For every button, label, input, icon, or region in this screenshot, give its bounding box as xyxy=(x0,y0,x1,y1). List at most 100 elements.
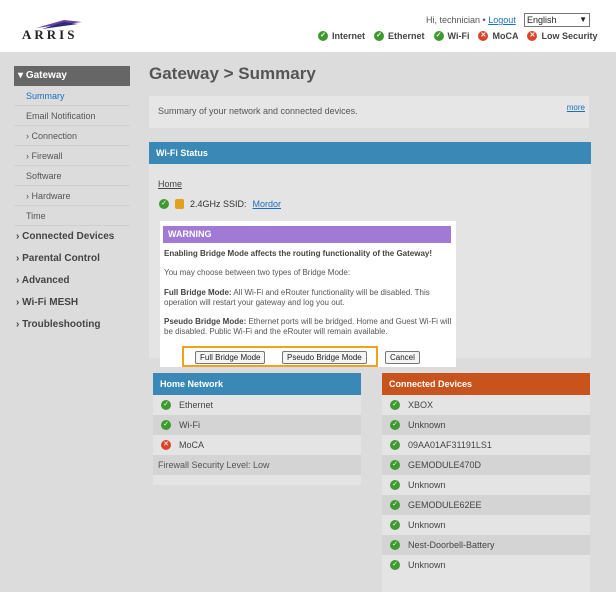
device-name: Nest-Doorbell-Battery xyxy=(408,540,495,550)
sidebar-item-gateway[interactable]: ▾ Gateway xyxy=(14,66,130,86)
check-icon: ✓ xyxy=(390,480,400,490)
user-greeting: Hi, technician • Logout xyxy=(426,15,516,25)
list-item: ✓ Wi-Fi xyxy=(153,415,361,435)
connected-devices-panel: Connected Devices ✓ XBOX ✓ Unknown ✓ 09AA01… xyxy=(382,373,590,592)
device-name: GEMODULE470D xyxy=(408,460,482,470)
check-icon: ✓ xyxy=(374,31,385,41)
pseudo-bridge-label: Pseudo Bridge Mode: xyxy=(164,317,247,326)
device-name: Unknown xyxy=(408,560,446,570)
sidebar-item-advanced[interactable]: › Advanced xyxy=(14,270,130,292)
list-item: ✓ Nest-Doorbell-Battery xyxy=(382,535,590,555)
list-item: ✓ 09AA01AF31191LS1 xyxy=(382,435,590,455)
connected-devices-heading: Connected Devices xyxy=(382,373,590,395)
language-select[interactable]: English ▼ xyxy=(524,13,590,27)
sidebar-item-wifi-mesh[interactable]: › Wi-Fi MESH xyxy=(14,292,130,314)
list-item: ✕ MoCA xyxy=(153,435,361,455)
sidebar-item-label: Time xyxy=(26,211,46,221)
device-name: XBOX xyxy=(408,400,434,410)
security-value: Low xyxy=(253,460,270,470)
wifi-status-heading: Wi-Fi Status xyxy=(149,142,591,164)
sidebar-item-label: Troubleshooting xyxy=(22,319,101,330)
check-icon: ✓ xyxy=(318,31,328,41)
sidebar-item-software[interactable]: Software xyxy=(14,166,130,186)
bridge-mode-warning-dialog: WARNING Enabling Bridge Mode affects the… xyxy=(160,221,456,367)
sidebar-item-troubleshooting[interactable]: › Troubleshooting xyxy=(14,314,130,336)
list-item: ✓ Unknown xyxy=(382,555,590,575)
check-icon: ✓ xyxy=(161,400,171,410)
arris-logo: ARRIS xyxy=(22,18,82,42)
sidebar-item-connection[interactable]: › Connection xyxy=(14,126,130,146)
pseudo-bridge-description: Pseudo Bridge Mode: Ethernet ports will … xyxy=(164,317,452,337)
home-network-heading: Home Network xyxy=(153,373,361,395)
check-icon: ✓ xyxy=(159,199,169,209)
sidebar: ▾ Gateway Summary Email Notification › C… xyxy=(14,66,130,336)
list-item: ✓ Unknown xyxy=(382,515,590,535)
status-ethernet: ✓ Ethernet xyxy=(374,31,425,41)
greeting-text: Hi, technician xyxy=(426,15,481,25)
list-item: ✓ Unknown xyxy=(382,415,590,435)
status-label: Internet xyxy=(332,31,366,41)
logo-text: ARRIS xyxy=(22,27,78,42)
sidebar-item-firewall[interactable]: › Firewall xyxy=(14,146,130,166)
sidebar-item-time[interactable]: Time xyxy=(14,206,130,226)
error-icon: ✕ xyxy=(478,31,489,41)
status-label: Low Security xyxy=(541,31,598,41)
band-label: 2.4GHz SSID: xyxy=(190,199,247,209)
full-bridge-label: Full Bridge Mode: xyxy=(164,288,232,297)
list-item: ✓ XBOX xyxy=(382,395,590,415)
wifi-ssid-row: ✓ 2.4GHz SSID: Mordor xyxy=(159,199,281,209)
chevron-right-icon: › xyxy=(26,151,29,161)
warning-title-bar: WARNING xyxy=(163,226,451,243)
list-item: ✓ GEMODULE470D xyxy=(382,455,590,475)
status-label: Ethernet xyxy=(388,31,425,41)
list-item: ✓ Ethernet xyxy=(153,395,361,415)
check-icon: ✓ xyxy=(390,520,400,530)
device-name: GEMODULE62EE xyxy=(408,500,482,510)
summary-box: Summary of your network and connected de… xyxy=(149,96,589,128)
full-bridge-mode-button[interactable]: Full Bridge Mode xyxy=(195,351,266,364)
ssid-link[interactable]: Mordor xyxy=(253,199,282,209)
status-wifi: ✓ Wi-Fi xyxy=(433,31,470,41)
item-label: MoCA xyxy=(179,440,205,450)
list-item: ✓ GEMODULE62EE xyxy=(382,495,590,515)
check-icon: ✓ xyxy=(390,500,400,510)
chevron-down-icon: ▼ xyxy=(579,15,587,24)
sidebar-item-label: Summary xyxy=(26,91,65,101)
home-link[interactable]: Home xyxy=(158,179,182,189)
sidebar-item-hardware[interactable]: › Hardware xyxy=(14,186,130,206)
sidebar-item-email-notification[interactable]: Email Notification xyxy=(14,106,130,126)
logout-link[interactable]: Logout xyxy=(488,15,516,25)
dialog-title: Enabling Bridge Mode affects the routing… xyxy=(164,249,433,258)
cancel-button[interactable]: Cancel xyxy=(385,351,420,364)
sidebar-item-parental-control[interactable]: › Parental Control xyxy=(14,248,130,270)
check-icon: ✓ xyxy=(390,460,400,470)
status-label: Wi-Fi xyxy=(447,31,470,41)
check-icon: ✓ xyxy=(390,540,400,550)
firewall-security-level: Firewall Security Level: Low xyxy=(153,455,361,475)
sidebar-item-connected-devices[interactable]: › Connected Devices xyxy=(14,226,130,248)
status-security: ✕ Low Security xyxy=(527,31,597,41)
pseudo-bridge-mode-button[interactable]: Pseudo Bridge Mode xyxy=(282,351,367,364)
error-icon: ✕ xyxy=(527,31,538,41)
device-name: 09AA01AF31191LS1 xyxy=(408,440,492,450)
lock-icon xyxy=(175,199,184,209)
status-bar: ✓ Internet ✓ Ethernet ✓ Wi-Fi ✕ MoCA ✕ Low Se… xyxy=(318,31,597,41)
home-network-panel: Home Network ✓ Ethernet ✓ Wi-Fi ✕ MoCA Fire… xyxy=(153,373,361,485)
chevron-right-icon: › xyxy=(26,191,29,201)
list-item: ✓ Unknown xyxy=(382,475,590,495)
sidebar-item-summary[interactable]: Summary xyxy=(14,86,130,106)
sidebar-item-label: Connected Devices xyxy=(22,231,115,242)
device-name: Unknown xyxy=(408,420,446,430)
sidebar-item-label: Firewall xyxy=(31,151,63,161)
item-label: Wi-Fi xyxy=(179,420,200,430)
language-value: English xyxy=(527,15,557,25)
more-link[interactable]: more xyxy=(567,103,585,112)
device-name: Unknown xyxy=(408,480,446,490)
check-icon: ✓ xyxy=(390,560,400,570)
header: ARRIS Hi, technician • Logout English ▼ … xyxy=(0,0,616,52)
summary-text: Summary of your network and connected de… xyxy=(158,106,358,116)
sidebar-item-label: Hardware xyxy=(31,191,71,201)
check-icon: ✓ xyxy=(433,31,444,41)
sidebar-item-label: Software xyxy=(26,171,62,181)
sidebar-item-label: Gateway xyxy=(25,70,67,81)
